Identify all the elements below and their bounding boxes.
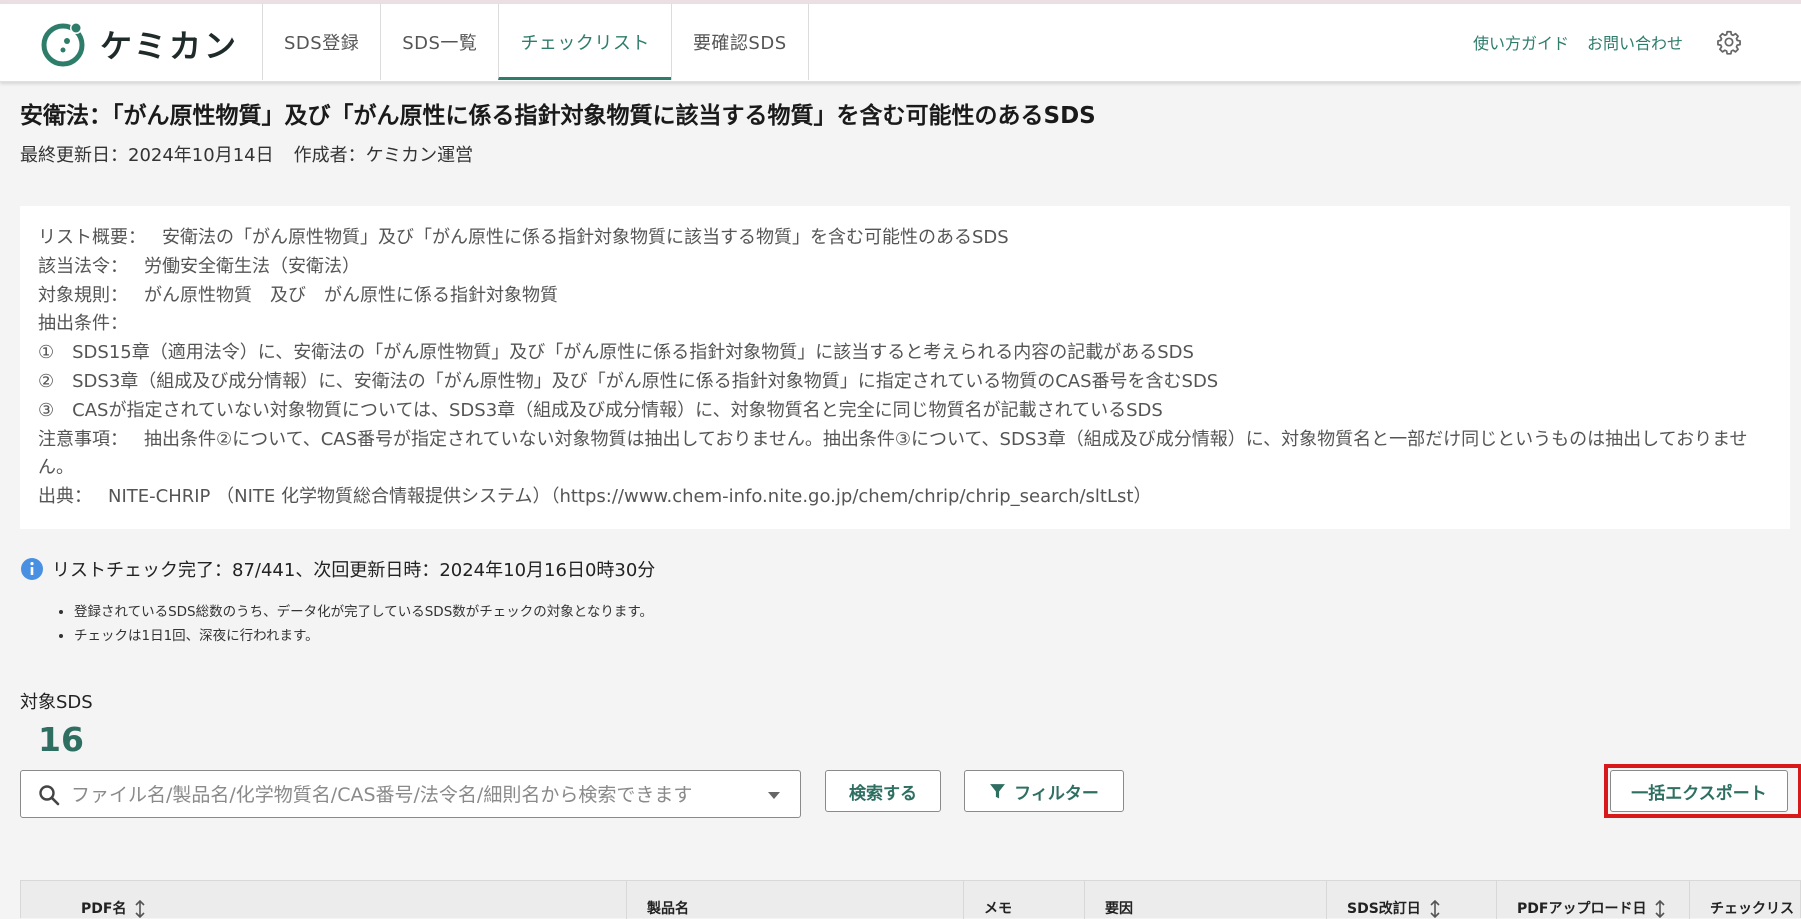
rule-text: がん原性物質 及び がん原性に係る指針対象物質 (144, 284, 558, 306)
search-icon (39, 785, 60, 806)
source-row: 出典： NITE-CHRIP （NITE 化学物質総合情報提供システム）（http… (38, 483, 1772, 512)
checklist-description: リスト概要： 安衛法の「がん原性物質」及び「がん原性に係る指針対象物質に該当する物… (20, 206, 1790, 529)
law-label: 該当法令： (38, 255, 128, 277)
column-header-factor: 要因 (1084, 881, 1326, 919)
column-label: SDS改訂日 (1347, 901, 1421, 917)
last-updated: 最終更新日：2024年10月14日 (20, 145, 274, 166)
law-row: 該当法令： 労働安全衛生法（安衛法） (38, 253, 1772, 282)
sds-table-header: PDF名 製品名 メモ 要因 SDS改訂日 PDFアップロード日 チェックリス (20, 880, 1801, 919)
filter-button[interactable]: フィルター (964, 770, 1124, 812)
status-note: チェックは1日1回、深夜に行われます。 (74, 624, 653, 648)
column-header-memo: メモ (963, 881, 1084, 919)
gear-icon[interactable] (1716, 29, 1742, 55)
search-button-label: 検索する (849, 783, 917, 804)
status-notes: 登録されているSDS総数のうち、データ化が完了しているSDS数がチェックの対象と… (54, 600, 653, 648)
usage-guide-link[interactable]: 使い方ガイド (1473, 30, 1569, 54)
column-label: 要因 (1105, 901, 1133, 917)
notes-text: 抽出条件②について、CAS番号が指定されていない対象物質は抽出しておりません。抽… (38, 428, 1748, 479)
column-header-pdf-upload-date[interactable]: PDFアップロード日 (1496, 881, 1689, 919)
info-icon (21, 558, 43, 580)
sort-icon[interactable] (134, 900, 146, 918)
overview-label: リスト概要： (38, 227, 146, 248)
source-text: NITE-CHRIP （NITE 化学物質総合情報提供システム）（https:/… (108, 486, 1152, 508)
column-label: メモ (984, 901, 1012, 917)
page-meta: 最終更新日：2024年10月14日 作成者：ケミカン運営 (20, 141, 473, 167)
status-note: 登録されているSDS総数のうち、データ化が完了しているSDS数がチェックの対象と… (74, 600, 653, 624)
notes-row: 注意事項： 抽出条件②について、CAS番号が指定されていない対象物質は抽出しており… (38, 426, 1772, 484)
app-header: ケミカン SDS登録 SDS一覧 チェックリスト 要確認SDS 使い方ガイド お… (0, 4, 1801, 82)
chevron-down-icon[interactable] (767, 791, 781, 800)
search-button[interactable]: 検索する (825, 770, 941, 812)
condition-label: 抽出条件： (38, 313, 128, 335)
filter-icon (990, 783, 1006, 798)
tab-sds-list[interactable]: SDS一覧 (380, 4, 498, 80)
author: 作成者：ケミカン運営 (293, 145, 474, 166)
search-input[interactable] (69, 777, 763, 813)
kemikan-logo-icon (41, 22, 85, 67)
column-header-checklist: チェックリス (1689, 881, 1801, 919)
contact-link[interactable]: お問い合わせ (1587, 30, 1683, 54)
column-label: チェックリス (1710, 901, 1794, 917)
header-links: 使い方ガイド お問い合わせ (1473, 4, 1683, 80)
tab-checklist[interactable]: チェックリスト (498, 4, 671, 80)
column-label: PDF名 (81, 901, 127, 917)
condition-3: ③ CASが指定されていない対象物質については、SDS3章（組成及び成分情報）に… (38, 399, 1163, 421)
column-header-sds-revision-date[interactable]: SDS改訂日 (1326, 881, 1496, 919)
tab-sds-needs-review[interactable]: 要確認SDS (670, 4, 809, 80)
app-logo[interactable]: ケミカン (38, 18, 239, 70)
column-header-pdf-name[interactable]: PDF名 (61, 881, 606, 919)
column-label: 製品名 (647, 901, 689, 917)
rule-row: 対象規則： がん原性物質 及び がん原性に係る指針対象物質 (38, 282, 1772, 311)
check-status: リストチェック完了：87/441、次回更新日時：2024年10月16日0時30分 (20, 556, 655, 582)
target-sds-label: 対象SDS (20, 692, 93, 713)
main-nav: SDS登録 SDS一覧 チェックリスト 要確認SDS (262, 4, 809, 80)
rule-label: 対象規則： (38, 284, 128, 306)
column-header-product-name: 製品名 (626, 881, 963, 919)
source-label: 出典： (38, 486, 92, 508)
app-name: ケミカン (100, 27, 240, 65)
notes-label: 注意事項： (38, 428, 128, 450)
tab-sds-register[interactable]: SDS登録 (262, 4, 380, 80)
filter-button-label: フィルター (1014, 783, 1099, 804)
target-sds-count: 16 (38, 720, 84, 759)
law-text: 労働安全衛生法（安衛法） (144, 255, 360, 277)
sort-icon[interactable] (1654, 900, 1666, 918)
search-box (20, 770, 801, 818)
highlight-box (1604, 764, 1801, 818)
overview-row: リスト概要： 安衛法の「がん原性物質」及び「がん原性に係る指針対象物質に該当する物… (38, 224, 1772, 253)
column-label: PDFアップロード日 (1517, 901, 1647, 917)
overview-text: 安衛法の「がん原性物質」及び「がん原性に係る指針対象物質に該当する物質」を含む可… (162, 227, 1009, 248)
condition-2: ② SDS3章（組成及び成分情報）に、安衛法の「がん原性物」及び「がん原性に係る… (38, 370, 1219, 392)
condition-1: ① SDS15章（適用法令）に、安衛法の「がん原性物質」及び「がん原性に係る指針… (38, 342, 1194, 364)
sort-icon[interactable] (1429, 900, 1441, 918)
status-text: リストチェック完了：87/441、次回更新日時：2024年10月16日0時30分 (52, 560, 656, 581)
page-title: 安衛法：「がん原性物質」及び「がん原性に係る指針対象物質に該当する物質」を含む可… (20, 103, 1096, 129)
